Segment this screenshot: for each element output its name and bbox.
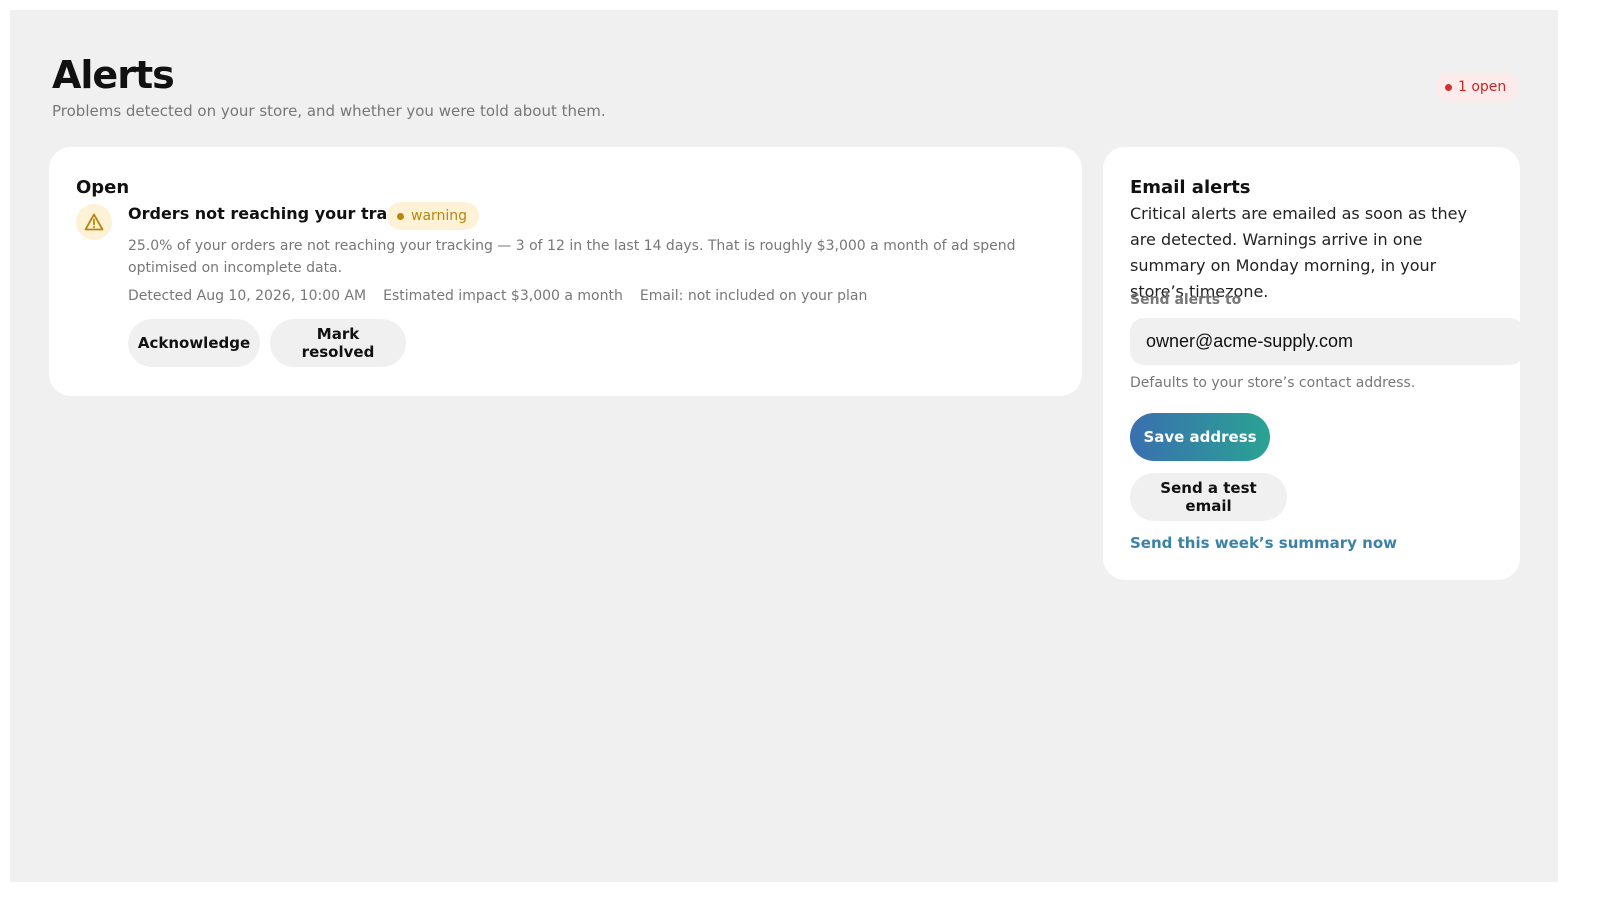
acknowledge-button[interactable]: Acknowledge (128, 319, 260, 367)
send-alerts-to-label: Send alerts to (1130, 292, 1242, 308)
open-alerts-card: Open Orders not reaching your tracking w… (49, 147, 1082, 396)
page-subtitle: Problems detected on your store, and whe… (52, 102, 606, 120)
open-count-label: 1 open (1458, 79, 1507, 95)
email-alerts-card: Email alerts Critical alerts are emailed… (1103, 147, 1524, 580)
send-test-email-button[interactable]: Send a test email (1130, 473, 1287, 521)
email-alerts-title: Email alerts (1130, 177, 1251, 198)
mark-resolved-button[interactable]: Mark resolved (270, 319, 406, 367)
alert-description: 25.0% of your orders are not reaching yo… (128, 238, 1016, 276)
email-alerts-description: Critical alerts are emailed as soon as t… (1130, 204, 1467, 301)
severity-label: warning (411, 208, 468, 224)
severity-dot-icon (397, 212, 404, 220)
alert-meta: Detected Aug 10, 2026, 10:00 AM Estimate… (128, 288, 867, 304)
open-section-title: Open (76, 177, 130, 198)
alert-email-status: Email: not included on your plan (639, 288, 868, 304)
page-title: Alerts (52, 53, 175, 97)
severity-badge: warning (387, 202, 480, 230)
alerts-page: Alerts Problems detected on your store, … (10, 10, 1558, 882)
status-dot-icon (1445, 83, 1452, 91)
send-summary-now-link[interactable]: Send this week’s summary now (1130, 534, 1397, 552)
alert-detected-time: Detected Aug 10, 2026, 10:00 AM (128, 288, 367, 304)
warning-triangle-icon (76, 204, 112, 240)
open-count-badge: 1 open (1435, 73, 1519, 101)
alert-estimated-impact: Estimated impact $3,000 a month (383, 288, 623, 304)
save-address-button[interactable]: Save address (1130, 413, 1270, 461)
alert-email-input[interactable] (1130, 318, 1524, 365)
email-field-hint: Defaults to your store’s contact address… (1130, 375, 1416, 391)
